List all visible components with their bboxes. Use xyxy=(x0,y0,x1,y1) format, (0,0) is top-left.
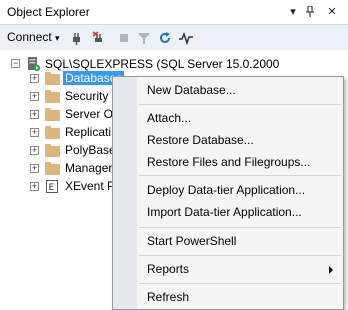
svg-text:E: E xyxy=(49,183,55,193)
pin-icon[interactable] xyxy=(302,4,318,20)
tree-item-label: Replicati xyxy=(65,125,112,139)
menu-item-reports[interactable]: Reports xyxy=(147,262,189,276)
menu-separator xyxy=(139,104,341,105)
xevent-profiler-icon: E xyxy=(46,180,58,193)
menu-item-attach[interactable]: Attach... xyxy=(147,111,191,125)
disconnect-plug-icon[interactable] xyxy=(92,31,106,45)
folder-icon xyxy=(45,144,60,157)
folder-icon xyxy=(45,90,60,103)
menu-item-restore-database[interactable]: Restore Database... xyxy=(147,133,254,147)
menu-separator xyxy=(139,227,341,228)
filter-icon[interactable] xyxy=(137,31,151,45)
tree-item-label: XEvent P xyxy=(65,179,116,193)
collapse-icon[interactable]: − xyxy=(11,59,20,68)
dropdown-icon[interactable]: ▾ xyxy=(285,4,301,20)
folder-icon xyxy=(45,162,60,175)
expand-icon[interactable]: + xyxy=(30,92,39,101)
folder-icon xyxy=(45,72,60,85)
connect-label: Connect xyxy=(7,30,52,44)
close-icon[interactable]: ✕ xyxy=(324,4,340,20)
menu-item-start-powershell[interactable]: Start PowerShell xyxy=(147,234,236,248)
menu-item-import-data-tier[interactable]: Import Data-tier Application... xyxy=(147,205,302,219)
menu-separator xyxy=(139,175,341,176)
expand-icon[interactable]: + xyxy=(30,164,39,173)
menu-separator xyxy=(139,283,341,284)
activity-monitor-icon[interactable] xyxy=(179,31,193,45)
menu-item-refresh[interactable]: Refresh xyxy=(147,290,189,304)
stop-icon[interactable] xyxy=(117,31,131,45)
context-menu: New Database... Attach... Restore Databa… xyxy=(112,76,344,310)
folder-icon xyxy=(45,108,60,121)
toolbar: Connect ▾ xyxy=(0,25,348,50)
menu-item-restore-files-filegroups[interactable]: Restore Files and Filegroups... xyxy=(147,155,310,169)
server-label: SQL\SQLEXPRESS (SQL Server 15.0.2000 xyxy=(45,57,280,71)
expand-icon[interactable]: + xyxy=(30,74,39,83)
tree-item-label: PolyBase xyxy=(65,143,116,157)
connect-dropdown-icon[interactable]: ▾ xyxy=(55,33,60,43)
connect-plug-icon[interactable] xyxy=(70,31,84,45)
folder-icon xyxy=(45,126,60,139)
menu-item-new-database[interactable]: New Database... xyxy=(147,83,236,97)
expand-icon[interactable]: + xyxy=(30,110,39,119)
menu-separator xyxy=(139,255,341,256)
tree-item-label: Manager xyxy=(65,161,113,175)
refresh-icon[interactable] xyxy=(158,31,172,45)
menu-gutter xyxy=(113,77,137,309)
panel-title: Object Explorer xyxy=(7,5,90,19)
submenu-arrow-icon xyxy=(329,266,333,274)
object-explorer-panel: Object Explorer ▾ ✕ Connect ▾ − SQL\SQLE… xyxy=(0,0,348,310)
expand-icon[interactable]: + xyxy=(30,146,39,155)
menu-item-deploy-data-tier[interactable]: Deploy Data-tier Application... xyxy=(147,183,305,197)
connect-button[interactable]: Connect ▾ xyxy=(7,30,60,44)
title-bar: Object Explorer ▾ ✕ xyxy=(0,0,348,25)
expand-icon[interactable]: + xyxy=(30,128,39,137)
tree-item-label: Security xyxy=(65,89,109,103)
expand-icon[interactable]: + xyxy=(30,182,39,191)
